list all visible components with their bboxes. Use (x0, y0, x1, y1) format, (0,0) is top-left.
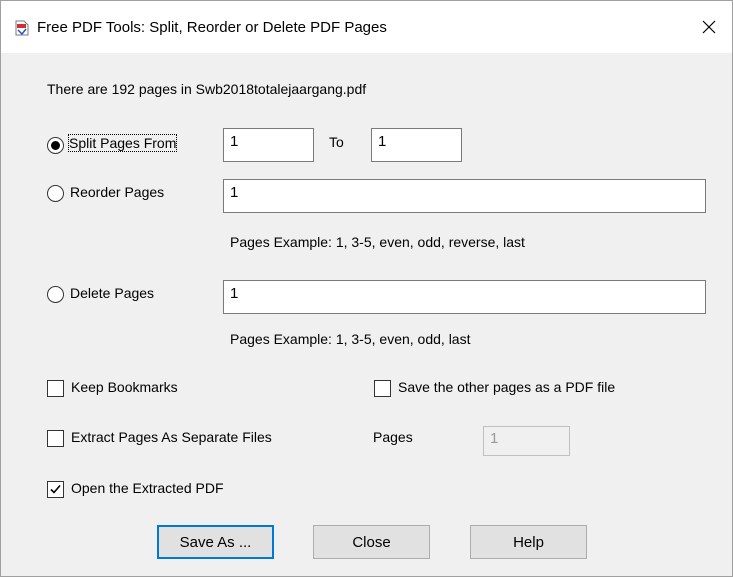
checkmark-icon (50, 484, 61, 494)
reorder-example-text: Pages Example: 1, 3-5, even, odd, revers… (230, 234, 525, 250)
open-extracted-checkbox[interactable] (47, 481, 64, 498)
pdf-document-icon (14, 20, 30, 36)
delete-pages-radio[interactable] (47, 286, 64, 303)
keep-bookmarks-label[interactable]: Keep Bookmarks (71, 379, 178, 395)
title-bar: Free PDF Tools: Split, Reorder or Delete… (1, 1, 732, 53)
delete-example-text: Pages Example: 1, 3-5, even, odd, last (230, 331, 471, 347)
reorder-pages-label[interactable]: Reorder Pages (70, 184, 164, 200)
pages-count-input[interactable]: 1 (483, 426, 570, 456)
open-extracted-label[interactable]: Open the Extracted PDF (71, 480, 224, 496)
split-pages-radio[interactable] (47, 137, 64, 154)
save-other-pages-checkbox[interactable] (374, 380, 391, 397)
dialog-window: Free PDF Tools: Split, Reorder or Delete… (0, 0, 733, 577)
save-other-pages-label[interactable]: Save the other pages as a PDF file (398, 379, 615, 395)
split-from-input[interactable]: 1 (223, 128, 314, 162)
split-to-input[interactable]: 1 (371, 128, 462, 162)
close-button[interactable]: Close (313, 525, 430, 559)
reorder-pages-radio[interactable] (47, 185, 64, 202)
keep-bookmarks-checkbox[interactable] (47, 380, 64, 397)
window-title: Free PDF Tools: Split, Reorder or Delete… (37, 19, 387, 36)
split-pages-label[interactable]: Split Pages From (67, 134, 178, 152)
help-button[interactable]: Help (470, 525, 587, 559)
extract-separate-label[interactable]: Extract Pages As Separate Files (71, 429, 272, 445)
delete-pages-label[interactable]: Delete Pages (70, 285, 154, 301)
to-label: To (329, 134, 344, 150)
save-as-button[interactable]: Save As ... (157, 525, 274, 559)
reorder-pages-input[interactable]: 1 (223, 179, 706, 213)
extract-separate-checkbox[interactable] (47, 430, 64, 447)
page-count-info: There are 192 pages in Swb2018totalejaar… (47, 81, 367, 97)
pages-label: Pages (373, 429, 413, 445)
close-icon[interactable] (686, 1, 732, 53)
delete-pages-input[interactable]: 1 (223, 280, 706, 314)
